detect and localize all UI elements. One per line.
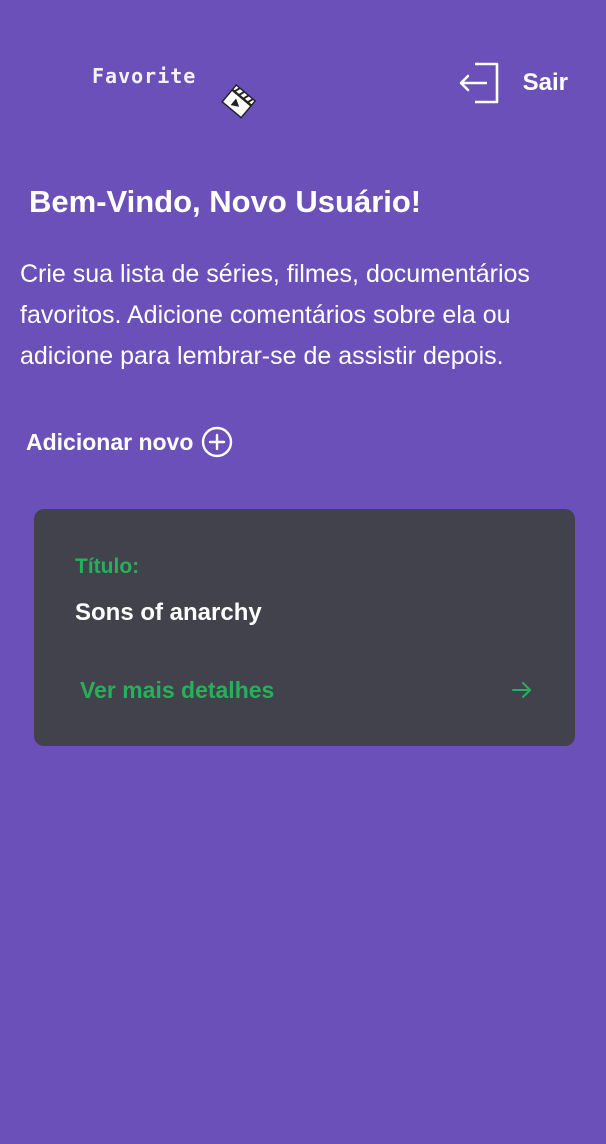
app-logo: Favorite [92,60,272,130]
add-new-button[interactable]: Adicionar novo [26,424,233,460]
arrow-right-icon [512,682,531,698]
view-details-label: Ver mais detalhes [80,676,275,703]
welcome-title: Bem-Vindo, Novo Usuário! [29,184,422,219]
view-details-link[interactable]: Ver mais detalhes [80,673,534,707]
add-new-label: Adicionar novo [26,428,194,455]
favorite-card: Título: Sons of anarchy Ver mais detalhe… [34,509,575,746]
logo-text: Favorite [92,64,197,88]
logout-label: Sair [522,69,568,96]
logout-icon [459,62,498,104]
plus-circle-icon [202,426,233,458]
logout-button[interactable]: Sair [457,58,568,108]
welcome-description: Crie sua lista de séries, filmes, docume… [20,260,530,370]
clapperboard-icon [221,84,257,119]
title-label: Título: [75,555,140,578]
item-title: Sons of anarchy [75,599,262,626]
home-screen: Favorite Sair Bem-Vindo, Novo Usuário! C… [0,0,606,1144]
